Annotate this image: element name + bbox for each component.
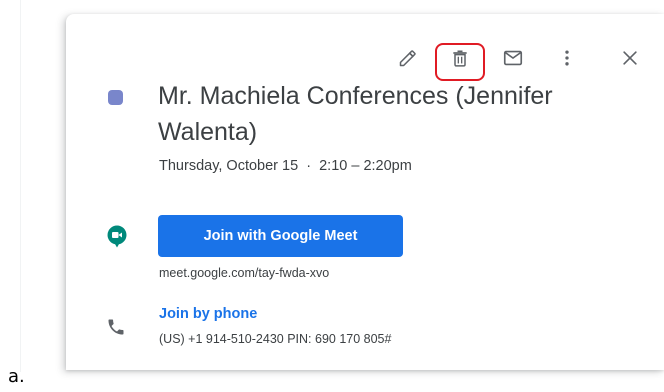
more-vert-icon bbox=[565, 50, 569, 66]
mail-icon bbox=[503, 50, 523, 66]
event-color-indicator bbox=[108, 90, 123, 105]
phone-dial-in-details: (US) +1 914-510-2430 PIN: 690 170 805# bbox=[159, 332, 392, 346]
delete-event-button[interactable] bbox=[440, 38, 480, 78]
event-datetime: Thursday, October 15 · 2:10 – 2:20pm bbox=[159, 158, 412, 174]
event-details-popup: Mr. Machiela Conferences (Jennifer Walen… bbox=[66, 14, 664, 370]
phone-icon bbox=[106, 317, 126, 342]
calendar-top-edge bbox=[60, 0, 664, 14]
event-title: Mr. Machiela Conferences (Jennifer Walen… bbox=[158, 82, 553, 146]
meet-url: meet.google.com/tay-fwda-xvo bbox=[159, 266, 330, 280]
edit-icon bbox=[399, 50, 416, 67]
more-options-button[interactable] bbox=[547, 38, 587, 78]
event-toolbar bbox=[66, 38, 664, 81]
trash-icon bbox=[453, 50, 467, 67]
join-by-phone-link[interactable]: Join by phone bbox=[159, 306, 257, 322]
close-button[interactable] bbox=[610, 38, 650, 78]
email-guests-button[interactable] bbox=[493, 38, 533, 78]
google-meet-icon bbox=[106, 224, 128, 253]
figure-caption: a. bbox=[8, 366, 25, 387]
close-icon bbox=[623, 51, 637, 65]
edit-event-button[interactable] bbox=[388, 38, 428, 78]
join-google-meet-button[interactable]: Join with Google Meet bbox=[158, 215, 403, 257]
